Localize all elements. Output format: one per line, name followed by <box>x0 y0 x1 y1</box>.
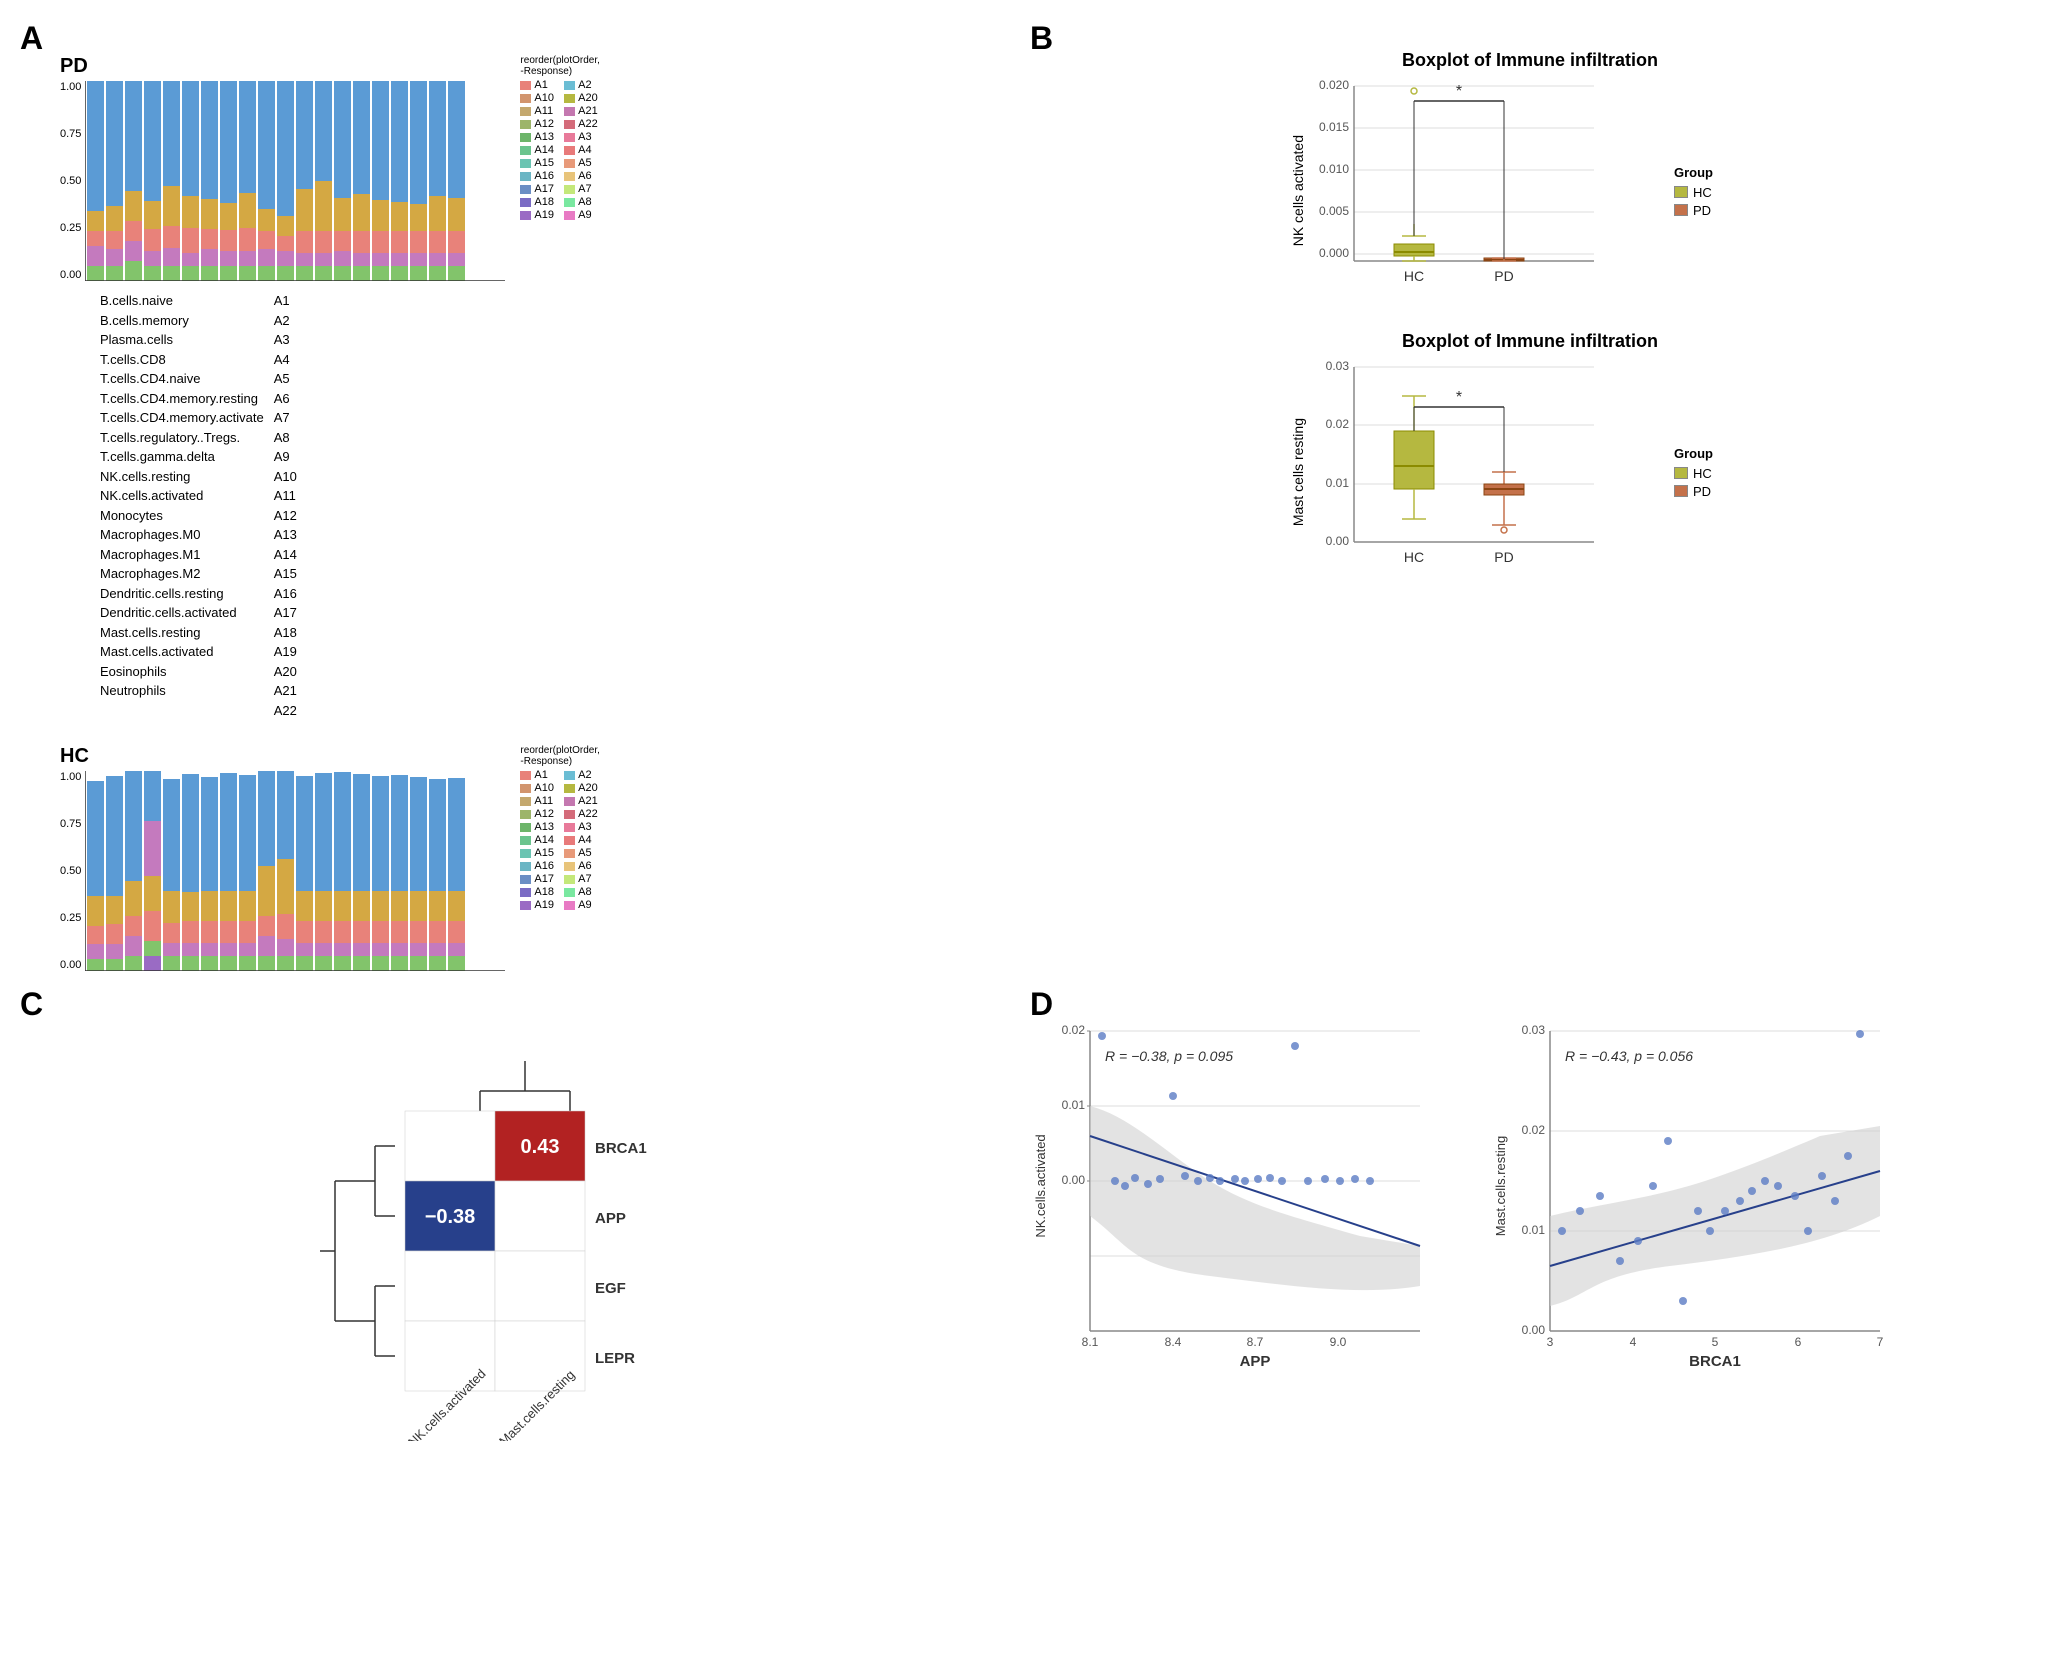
svg-text:8.1: 8.1 <box>1082 1335 1099 1349</box>
svg-text:5: 5 <box>1712 1335 1719 1349</box>
svg-text:0.02: 0.02 <box>1522 1123 1546 1137</box>
svg-text:R = −0.38, p = 0.095: R = −0.38, p = 0.095 <box>1105 1048 1233 1064</box>
svg-text:HC: HC <box>1404 268 1424 284</box>
boxplot1-container: Boxplot of Immune infiltration NK cells … <box>1290 50 1770 306</box>
svg-text:3: 3 <box>1547 1335 1554 1349</box>
boxplot2-svg: 0.03 0.02 0.01 0.00 <box>1314 357 1664 587</box>
svg-text:8.7: 8.7 <box>1247 1335 1264 1349</box>
cell-type-list: B.cells.naive B.cells.memory Plasma.cell… <box>100 291 264 720</box>
svg-text:PD: PD <box>1494 268 1513 284</box>
panel-c: C <box>20 986 1020 1633</box>
svg-text:APP: APP <box>595 1210 626 1227</box>
svg-text:HC: HC <box>1404 549 1424 565</box>
hc-legend-grid: A1 A2 A10 A20 A11 A21 A12 A22 A13 A3 A14… <box>520 769 599 911</box>
svg-text:7: 7 <box>1877 1335 1884 1349</box>
svg-text:0.02: 0.02 <box>1326 417 1350 431</box>
svg-text:0.00: 0.00 <box>1062 1173 1086 1187</box>
heatmap-svg: 0.43 −0.38 BRCA1 APP EG <box>295 1021 745 1441</box>
svg-text:0.01: 0.01 <box>1522 1223 1546 1237</box>
svg-text:0.03: 0.03 <box>1326 359 1350 373</box>
svg-text:BRCA1: BRCA1 <box>1689 1353 1741 1370</box>
pd-title: PD <box>60 55 505 78</box>
boxplot2-container: Boxplot of Immune infiltration Mast cell… <box>1290 331 1770 587</box>
svg-text:8.4: 8.4 <box>1165 1335 1182 1349</box>
boxplot2-title: Boxplot of Immune infiltration <box>1290 331 1770 352</box>
pd-legend-title: reorder(plotOrder,-Response) <box>520 55 599 77</box>
svg-text:0.020: 0.020 <box>1319 78 1349 92</box>
svg-text:0.010: 0.010 <box>1319 162 1349 176</box>
panel-a-label: A <box>20 20 43 57</box>
svg-text:0.00: 0.00 <box>1522 1323 1546 1337</box>
pd-legend: reorder(plotOrder,-Response) A1 A2 A10 A… <box>520 55 599 221</box>
svg-text:9.0: 9.0 <box>1330 1335 1347 1349</box>
heatmap-section: 0.43 −0.38 BRCA1 APP EG <box>20 1021 1020 1441</box>
panel-d-label: D <box>1030 986 1053 1023</box>
panel-b: B Boxplot of Immune infiltration NK cell… <box>1030 20 2030 976</box>
svg-text:*: * <box>1456 83 1462 100</box>
scatter2-container: 0.03 0.02 0.01 0.00 3 4 5 6 7 <box>1490 1016 1920 1391</box>
svg-text:0.03: 0.03 <box>1522 1023 1546 1037</box>
svg-text:0.00: 0.00 <box>1326 534 1350 548</box>
svg-text:EGF: EGF <box>595 1280 626 1297</box>
svg-text:0.01: 0.01 <box>1326 476 1350 490</box>
hc-bars <box>85 771 505 976</box>
hc-bar-svg <box>85 771 505 971</box>
hc-title: HC <box>60 745 505 768</box>
pd-y-axis: 1.00 0.75 0.50 0.25 0.00 <box>60 81 81 281</box>
stacked-bar-section: PD 1.00 0.75 0.50 0.25 0.00 <box>20 50 1020 976</box>
boxplot1-title: Boxplot of Immune infiltration <box>1290 50 1770 71</box>
panel-d: D <box>1030 986 2030 1633</box>
svg-text:4: 4 <box>1630 1335 1637 1349</box>
pd-chart-group: PD 1.00 0.75 0.50 0.25 0.00 <box>60 55 1020 286</box>
svg-text:NK.cells.activated: NK.cells.activated <box>1033 1134 1048 1237</box>
svg-text:0.000: 0.000 <box>1319 246 1349 260</box>
cell-type-section: B.cells.naive B.cells.memory Plasma.cell… <box>100 291 1020 720</box>
panel-b-label: B <box>1030 20 1053 57</box>
hc-y-axis: 1.00 0.75 0.50 0.25 0.00 <box>60 771 81 971</box>
boxplot1-area: NK cells activated 0.020 0.015 0.010 0.0… <box>1290 76 1770 306</box>
pd-bar-svg <box>85 81 505 281</box>
pd-chart-area: PD 1.00 0.75 0.50 0.25 0.00 <box>60 55 505 286</box>
svg-text:PD: PD <box>1494 549 1513 565</box>
main-container: A PD 1.00 0.75 0.50 0.25 0.00 <box>0 0 2050 1653</box>
svg-text:*: * <box>1456 389 1462 406</box>
hc-legend: reorder(plotOrder,-Response) A1 A2 A10 A… <box>520 745 599 911</box>
svg-text:6: 6 <box>1795 1335 1802 1349</box>
svg-text:0.005: 0.005 <box>1319 204 1349 218</box>
svg-text:0.01: 0.01 <box>1062 1098 1086 1112</box>
boxplot1-legend: Group HC PD <box>1674 165 1713 218</box>
pd-legend-grid: A1 A2 A10 A20 A11 A21 A12 A22 A13 A3 A14… <box>520 79 599 221</box>
boxplot1-ylabel: NK cells activated <box>1290 135 1306 246</box>
hc-chart-area: HC 1.00 0.75 0.50 0.25 0.00 <box>60 745 505 976</box>
svg-text:APP: APP <box>1240 1353 1271 1370</box>
svg-text:LEPR: LEPR <box>595 1350 635 1367</box>
svg-text:R = −0.43, p = 0.056: R = −0.43, p = 0.056 <box>1565 1048 1693 1064</box>
sample-id-list: A1 A2 A3 A4 A5 A6 A7 A8 A9 A10 A11 A12 A… <box>274 291 297 720</box>
scatter-section: 0.02 0.01 0.00 8.1 8.4 8.7 9.0 <box>1030 1016 2030 1391</box>
group-legend-label: Group <box>1674 165 1713 180</box>
boxplot2-ylabel: Mast cells resting <box>1290 418 1306 526</box>
svg-text:Mast.cells.resting: Mast.cells.resting <box>1493 1136 1508 1236</box>
boxplot2-legend: Group HC PD <box>1674 446 1713 499</box>
scatter1-svg: 0.02 0.01 0.00 8.1 8.4 8.7 9.0 <box>1030 1016 1460 1386</box>
boxplot1-svg: 0.020 0.015 0.010 0.005 0.000 <box>1314 76 1664 306</box>
svg-text:0.015: 0.015 <box>1319 120 1349 134</box>
svg-text:0.02: 0.02 <box>1062 1023 1086 1037</box>
scatter1-container: 0.02 0.01 0.00 8.1 8.4 8.7 9.0 <box>1030 1016 1460 1391</box>
panel-a: A PD 1.00 0.75 0.50 0.25 0.00 <box>20 20 1020 976</box>
svg-text:−0.38: −0.38 <box>425 1206 476 1228</box>
boxplot2-area: Mast cells resting 0.03 0.02 0.01 0.00 <box>1290 357 1770 587</box>
svg-text:0.43: 0.43 <box>521 1136 560 1158</box>
hc-legend-title: reorder(plotOrder,-Response) <box>520 745 599 767</box>
pd-bars <box>85 81 505 286</box>
panel-c-label: C <box>20 986 43 1023</box>
boxplot-section: Boxplot of Immune infiltration NK cells … <box>1030 50 2030 587</box>
svg-text:BRCA1: BRCA1 <box>595 1140 647 1157</box>
scatter2-svg: 0.03 0.02 0.01 0.00 3 4 5 6 7 <box>1490 1016 1920 1386</box>
hc-chart-group: HC 1.00 0.75 0.50 0.25 0.00 <box>60 745 1020 976</box>
